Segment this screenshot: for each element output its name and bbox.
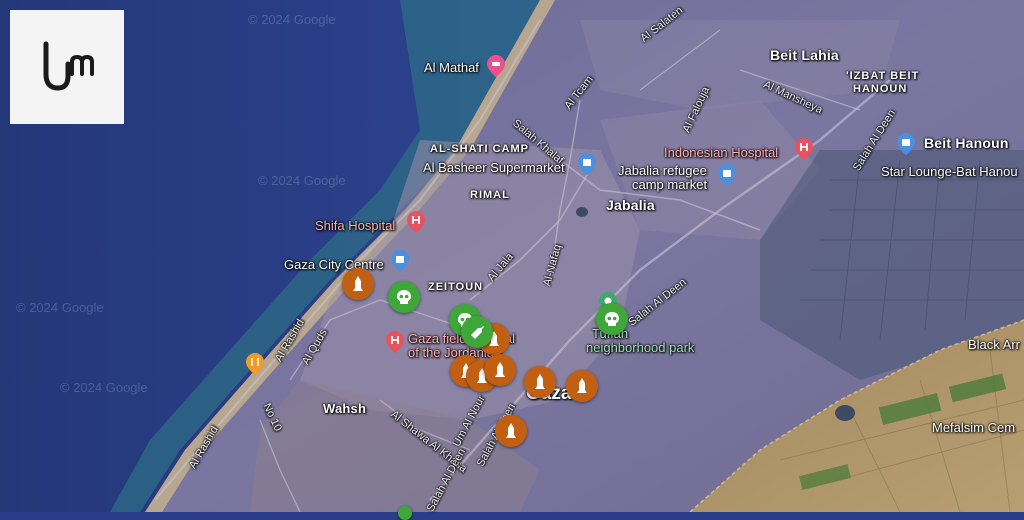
hospital-pin-icon[interactable]	[407, 211, 425, 233]
poi-label-indonesian-hospital[interactable]: Indonesian Hospital	[664, 145, 778, 160]
poi-label-al-basheer[interactable]: Al Basheer Supermarket	[423, 160, 565, 175]
place-label-izbat-beit-hanoun[interactable]: HANOUN	[853, 83, 907, 95]
poi-label-black-arrow[interactable]: Black Arr	[968, 337, 1020, 352]
hotel-pin-icon[interactable]	[487, 55, 505, 77]
hospital-pin-icon[interactable]	[386, 331, 404, 353]
skull-icon	[605, 312, 619, 326]
casualty-marker[interactable]	[398, 506, 412, 520]
missile-icon	[506, 423, 516, 438]
pond	[576, 207, 588, 217]
poi-label-jabalia-market[interactable]: camp market	[632, 177, 707, 192]
um-logo-icon	[43, 41, 94, 91]
hospital-pin-icon[interactable]	[795, 138, 813, 160]
place-label-beit-lahia[interactable]: Beit Lahia	[770, 47, 839, 63]
missile-marker[interactable]	[495, 415, 527, 447]
place-label-rimal[interactable]: RIMAL	[470, 189, 510, 201]
casualty-marker[interactable]	[388, 281, 420, 313]
missile-icon	[535, 374, 545, 389]
missile-marker[interactable]	[484, 354, 516, 386]
place-label-zeitoun[interactable]: ZEITOUN	[428, 281, 483, 293]
google-watermark: © 2024 Google	[258, 173, 346, 188]
missile-icon	[495, 362, 505, 377]
gun-icon	[471, 326, 484, 339]
place-label-al-mathaf[interactable]: Al Mathaf	[424, 60, 479, 75]
restaurant-pin-icon[interactable]	[246, 353, 264, 375]
google-watermark: © 2024 Google	[248, 12, 336, 27]
place-label-wahsh[interactable]: Wahsh	[323, 401, 366, 416]
shopping-pin-icon[interactable]	[391, 250, 409, 272]
shopping-pin-icon[interactable]	[897, 133, 915, 155]
place-label-jabalia[interactable]: Jabalia	[606, 197, 655, 213]
missile-marker[interactable]	[342, 268, 374, 300]
place-label-al-shati-camp[interactable]: AL-SHATI CAMP	[430, 143, 529, 155]
missile-icon	[353, 276, 363, 291]
missile-icon	[577, 378, 587, 393]
missile-marker[interactable]	[566, 370, 598, 402]
shopping-pin-icon[interactable]	[578, 153, 596, 175]
google-watermark: © 2024 Google	[60, 380, 148, 395]
skull-icon	[397, 290, 411, 304]
um-logo[interactable]	[10, 10, 124, 124]
place-label-beit-hanoun[interactable]: Beit Hanoun	[924, 135, 1009, 151]
poi-label-jabalia-market[interactable]: Jabalia refugee	[618, 163, 707, 178]
google-watermark: © 2024 Google	[16, 300, 104, 315]
casualty-marker[interactable]	[596, 303, 628, 335]
gunfire-marker[interactable]	[461, 316, 493, 348]
poi-label-shifa-hospital[interactable]: Shifa Hospital	[315, 218, 395, 233]
poi-label-gaza-city-centre[interactable]: Gaza City Centre	[284, 257, 384, 272]
poi-label-tuffah-park[interactable]: neighborhood park	[586, 340, 694, 355]
missile-marker[interactable]	[524, 366, 556, 398]
place-label-izbat-beit-hanoun[interactable]: 'IZBAT BEIT	[846, 70, 919, 82]
reservoir	[835, 405, 855, 421]
poi-label-mefalsim[interactable]: Mefalsim Cem	[932, 420, 1015, 435]
poi-label-star-lounge[interactable]: Star Lounge-Bat Hanou	[881, 164, 1018, 179]
shopping-pin-icon[interactable]	[718, 164, 736, 186]
